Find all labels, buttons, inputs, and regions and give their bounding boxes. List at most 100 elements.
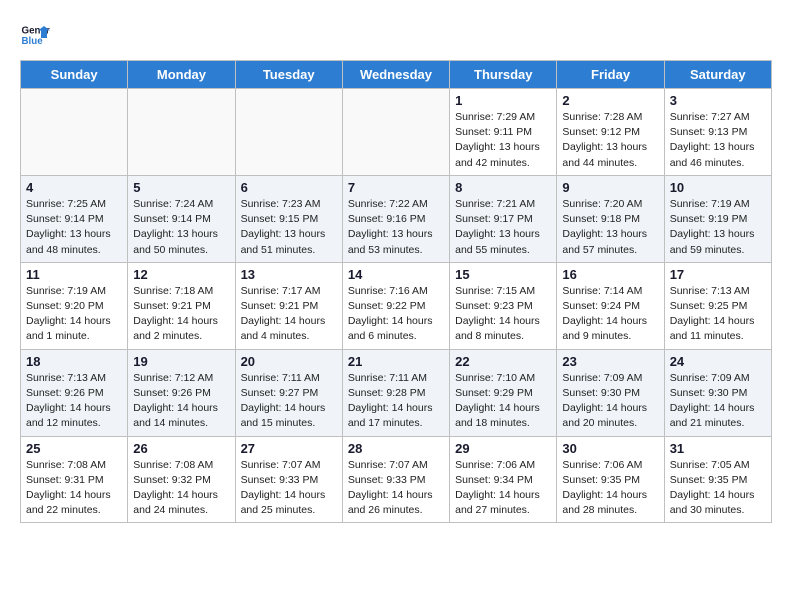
day-info: Sunrise: 7:05 AM Sunset: 9:35 PM Dayligh… [670,458,766,519]
day-number: 10 [670,180,766,195]
weekday-friday: Friday [557,61,664,89]
calendar-cell: 14 Sunrise: 7:16 AM Sunset: 9:22 PM Dayli… [342,262,449,349]
day-info: Sunrise: 7:23 AM Sunset: 9:15 PM Dayligh… [241,197,337,258]
calendar-cell [21,89,128,176]
calendar-cell: 8 Sunrise: 7:21 AM Sunset: 9:17 PM Daylig… [450,175,557,262]
day-info: Sunrise: 7:13 AM Sunset: 9:25 PM Dayligh… [670,284,766,345]
day-number: 2 [562,93,658,108]
calendar-week-3: 11Sunrise: 7:19 AM Sunset: 9:20 PM Dayli… [21,262,772,349]
calendar-cell [128,89,235,176]
calendar-cell: 23Sunrise: 7:09 AM Sunset: 9:30 PM Dayli… [557,349,664,436]
day-number: 15 [455,267,551,282]
calendar-cell: 1Sunrise: 7:29 AM Sunset: 9:11 PM Daylig… [450,89,557,176]
day-number: 23 [562,354,658,369]
day-info: Sunrise: 7:27 AM Sunset: 9:13 PM Dayligh… [670,110,766,171]
weekday-header-row: SundayMondayTuesdayWednesdayThursdayFrid… [21,61,772,89]
calendar-cell: 24 Sunrise: 7:09 AM Sunset: 9:30 PM Dayli… [664,349,771,436]
day-info: Sunrise: 7:09 AM Sunset: 9:30 PM Dayligh… [670,371,766,432]
day-number: 14 [348,267,444,282]
calendar-cell: 5Sunrise: 7:24 AM Sunset: 9:14 PM Daylig… [128,175,235,262]
day-info: Sunrise: 7:16 AM Sunset: 9:22 PM Dayligh… [348,284,444,345]
logo-icon: General Blue [20,20,50,50]
day-number: 9 [562,180,658,195]
day-info: Sunrise: 7:06 AM Sunset: 9:35 PM Dayligh… [562,458,658,519]
calendar-week-5: 25 Sunrise: 7:08 AM Sunset: 9:31 PM Dayli… [21,436,772,523]
calendar-cell: 17 Sunrise: 7:13 AM Sunset: 9:25 PM Dayli… [664,262,771,349]
calendar-cell: 22 Sunrise: 7:10 AM Sunset: 9:29 PM Dayli… [450,349,557,436]
day-info: Sunrise: 7:12 AM Sunset: 9:26 PM Dayligh… [133,371,229,432]
day-number: 24 [670,354,766,369]
day-number: 5 [133,180,229,195]
day-number: 25 [26,441,122,456]
day-info: Sunrise: 7:11 AM Sunset: 9:27 PM Dayligh… [241,371,337,432]
day-number: 6 [241,180,337,195]
day-info: Sunrise: 7:10 AM Sunset: 9:29 PM Dayligh… [455,371,551,432]
weekday-monday: Monday [128,61,235,89]
calendar-cell: 20 Sunrise: 7:11 AM Sunset: 9:27 PM Dayli… [235,349,342,436]
calendar-cell: 4 Sunrise: 7:25 AM Sunset: 9:14 PM Daylig… [21,175,128,262]
day-number: 13 [241,267,337,282]
calendar-cell: 13 Sunrise: 7:17 AM Sunset: 9:21 PM Dayli… [235,262,342,349]
calendar-cell [342,89,449,176]
day-info: Sunrise: 7:17 AM Sunset: 9:21 PM Dayligh… [241,284,337,345]
day-number: 8 [455,180,551,195]
day-number: 22 [455,354,551,369]
day-info: Sunrise: 7:20 AM Sunset: 9:18 PM Dayligh… [562,197,658,258]
calendar-cell: 25 Sunrise: 7:08 AM Sunset: 9:31 PM Dayli… [21,436,128,523]
day-number: 20 [241,354,337,369]
day-info: Sunrise: 7:15 AM Sunset: 9:23 PM Dayligh… [455,284,551,345]
day-info: Sunrise: 7:06 AM Sunset: 9:34 PM Dayligh… [455,458,551,519]
day-number: 27 [241,441,337,456]
calendar-cell: 31Sunrise: 7:05 AM Sunset: 9:35 PM Dayli… [664,436,771,523]
weekday-wednesday: Wednesday [342,61,449,89]
day-number: 30 [562,441,658,456]
calendar-cell: 30 Sunrise: 7:06 AM Sunset: 9:35 PM Dayli… [557,436,664,523]
calendar-week-1: 1Sunrise: 7:29 AM Sunset: 9:11 PM Daylig… [21,89,772,176]
day-info: Sunrise: 7:11 AM Sunset: 9:28 PM Dayligh… [348,371,444,432]
day-number: 16 [562,267,658,282]
calendar-cell: 16 Sunrise: 7:14 AM Sunset: 9:24 PM Dayli… [557,262,664,349]
day-number: 17 [670,267,766,282]
day-info: Sunrise: 7:25 AM Sunset: 9:14 PM Dayligh… [26,197,122,258]
day-info: Sunrise: 7:07 AM Sunset: 9:33 PM Dayligh… [241,458,337,519]
calendar-week-4: 18Sunrise: 7:13 AM Sunset: 9:26 PM Dayli… [21,349,772,436]
day-number: 12 [133,267,229,282]
day-info: Sunrise: 7:21 AM Sunset: 9:17 PM Dayligh… [455,197,551,258]
page-header: General Blue [20,20,772,50]
day-number: 29 [455,441,551,456]
calendar-cell: 21 Sunrise: 7:11 AM Sunset: 9:28 PM Dayli… [342,349,449,436]
day-info: Sunrise: 7:08 AM Sunset: 9:31 PM Dayligh… [26,458,122,519]
weekday-saturday: Saturday [664,61,771,89]
calendar-cell: 27 Sunrise: 7:07 AM Sunset: 9:33 PM Dayli… [235,436,342,523]
calendar-cell: 28 Sunrise: 7:07 AM Sunset: 9:33 PM Dayli… [342,436,449,523]
calendar-cell: 19 Sunrise: 7:12 AM Sunset: 9:26 PM Dayli… [128,349,235,436]
weekday-tuesday: Tuesday [235,61,342,89]
day-number: 3 [670,93,766,108]
calendar-cell: 15 Sunrise: 7:15 AM Sunset: 9:23 PM Dayli… [450,262,557,349]
day-number: 28 [348,441,444,456]
day-number: 19 [133,354,229,369]
day-info: Sunrise: 7:19 AM Sunset: 9:19 PM Dayligh… [670,197,766,258]
calendar-cell: 9 Sunrise: 7:20 AM Sunset: 9:18 PM Daylig… [557,175,664,262]
calendar-cell: 29 Sunrise: 7:06 AM Sunset: 9:34 PM Dayli… [450,436,557,523]
day-info: Sunrise: 7:22 AM Sunset: 9:16 PM Dayligh… [348,197,444,258]
logo: General Blue [20,20,50,50]
weekday-thursday: Thursday [450,61,557,89]
day-number: 26 [133,441,229,456]
day-number: 21 [348,354,444,369]
calendar-cell: 6 Sunrise: 7:23 AM Sunset: 9:15 PM Daylig… [235,175,342,262]
day-number: 4 [26,180,122,195]
calendar-cell: 18Sunrise: 7:13 AM Sunset: 9:26 PM Dayli… [21,349,128,436]
day-info: Sunrise: 7:07 AM Sunset: 9:33 PM Dayligh… [348,458,444,519]
calendar-week-2: 4 Sunrise: 7:25 AM Sunset: 9:14 PM Daylig… [21,175,772,262]
calendar-cell: 7Sunrise: 7:22 AM Sunset: 9:16 PM Daylig… [342,175,449,262]
weekday-sunday: Sunday [21,61,128,89]
svg-text:Blue: Blue [22,36,44,47]
day-number: 18 [26,354,122,369]
calendar-cell: 26Sunrise: 7:08 AM Sunset: 9:32 PM Dayli… [128,436,235,523]
calendar-table: SundayMondayTuesdayWednesdayThursdayFrid… [20,60,772,523]
calendar-cell: 11Sunrise: 7:19 AM Sunset: 9:20 PM Dayli… [21,262,128,349]
day-info: Sunrise: 7:19 AM Sunset: 9:20 PM Dayligh… [26,284,122,345]
calendar-cell: 3 Sunrise: 7:27 AM Sunset: 9:13 PM Daylig… [664,89,771,176]
day-info: Sunrise: 7:14 AM Sunset: 9:24 PM Dayligh… [562,284,658,345]
